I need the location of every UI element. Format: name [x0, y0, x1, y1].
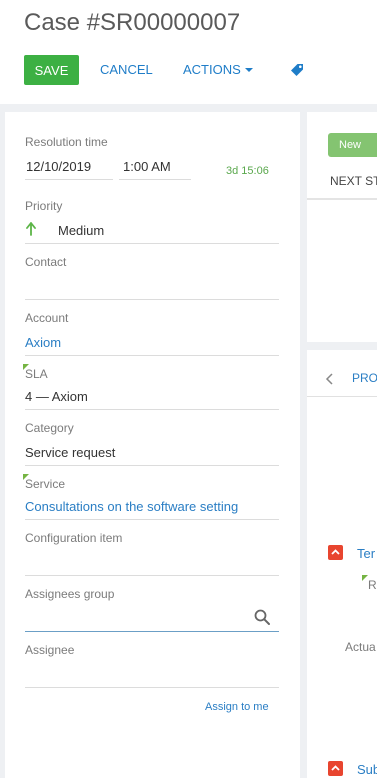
divider — [307, 396, 377, 397]
category-field[interactable]: Service request — [25, 445, 115, 460]
priority-field[interactable]: Medium — [58, 223, 104, 238]
stage-panel: New NEXT ST — [307, 112, 377, 342]
expand-icon[interactable] — [328, 761, 343, 776]
service-label: Service — [25, 477, 66, 491]
resolution-date-field[interactable]: 12/10/2019 — [26, 159, 91, 174]
page-title: Case #SR00000007 — [24, 9, 241, 36]
priority-label: Priority — [25, 199, 63, 213]
actions-button[interactable]: ACTIONS — [183, 55, 253, 85]
case-details-panel: Resolution time 12/10/2019 1:00 AM 3d 15… — [5, 112, 300, 778]
actions-label: ACTIONS — [183, 62, 241, 77]
divider — [307, 198, 377, 200]
actual-label: Actua — [345, 640, 376, 654]
remaining-time: 3d 15:06 — [226, 165, 269, 177]
contact-underline — [25, 299, 279, 300]
stage-new[interactable]: New — [328, 133, 377, 157]
service-field[interactable]: Consultations on the software setting — [25, 499, 238, 514]
sla-underline — [25, 409, 279, 410]
date-underline — [25, 179, 113, 180]
time-underline — [119, 179, 191, 180]
task-link[interactable]: Ter — [357, 546, 375, 561]
contact-label: Contact — [25, 255, 67, 269]
assignee-underline — [25, 687, 279, 688]
chevron-left-icon[interactable] — [325, 372, 334, 386]
service-underline — [25, 519, 279, 520]
search-icon[interactable] — [253, 608, 271, 626]
resolution-time-label: Resolution time — [25, 135, 108, 149]
assignees-group-label: Assignees group — [25, 587, 115, 601]
configuration-item-label: Configuration item — [25, 531, 123, 545]
assignee-label: Assignee — [25, 643, 75, 657]
sla-label: SLA — [25, 367, 48, 381]
category-label: Category — [25, 421, 74, 435]
assign-to-me-link[interactable]: Assign to me — [205, 701, 269, 713]
resolution-time-field[interactable]: 1:00 AM — [123, 159, 171, 174]
chevron-up-icon — [331, 765, 340, 771]
arrow-up-icon — [26, 222, 36, 236]
cancel-button[interactable]: CANCEL — [100, 55, 153, 85]
expand-icon[interactable] — [328, 545, 343, 560]
account-underline — [25, 355, 279, 356]
subtask-link[interactable]: Sub — [357, 762, 377, 777]
configuration-item-underline — [25, 575, 279, 576]
account-field[interactable]: Axiom — [25, 335, 61, 350]
account-label: Account — [25, 311, 69, 325]
page-header: Case #SR00000007 SAVE CANCEL ACTIONS — [0, 0, 377, 104]
next-steps-label: NEXT ST — [330, 174, 377, 188]
tab-processing[interactable]: PRO — [352, 371, 377, 385]
assignees-group-field[interactable] — [25, 610, 245, 628]
task-sub-label: R — [368, 578, 377, 592]
sla-field[interactable]: 4 — Axiom — [25, 389, 88, 404]
chevron-down-icon — [244, 67, 253, 72]
chevron-up-icon — [331, 549, 340, 555]
tag-icon[interactable] — [288, 61, 306, 79]
priority-underline — [25, 243, 279, 244]
processing-panel: PRO Ter R Actua Sub — [307, 350, 377, 778]
assignees-group-underline — [25, 631, 279, 632]
category-underline — [25, 465, 279, 466]
save-button[interactable]: SAVE — [24, 55, 79, 85]
